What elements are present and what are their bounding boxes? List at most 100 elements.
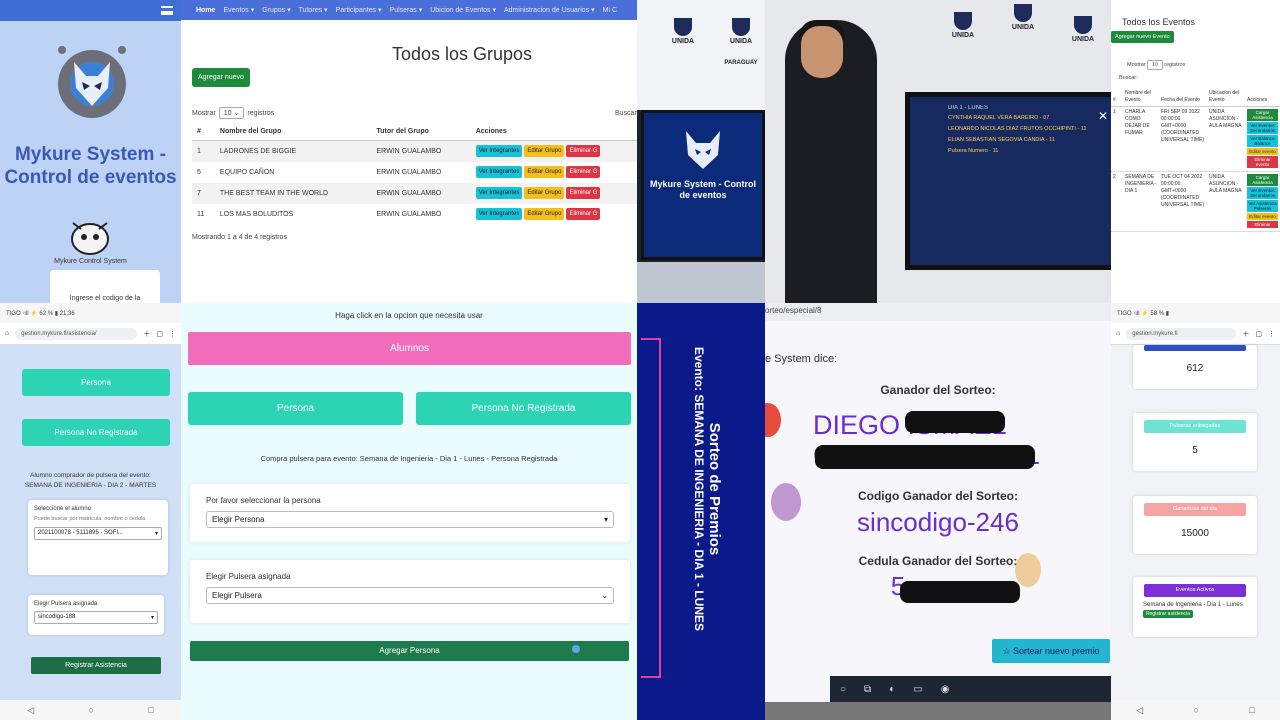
event-date: FRI SEP 09 2022 00:00:00 GMT+0000 (COORD… bbox=[1159, 106, 1207, 172]
alumnos-button[interactable]: Alumnos bbox=[188, 332, 631, 365]
persona-no-registrada-button[interactable]: Persona No Registrada bbox=[22, 419, 170, 446]
rotated-banner-text: Sorteo de Premios Evento: SEMANA DE INGE… bbox=[691, 329, 723, 649]
view-wristbands-button[interactable]: Ver Asistencia Pulseras bbox=[1247, 200, 1278, 212]
nav-tutores[interactable]: Tutores ▾ bbox=[299, 6, 328, 14]
url-field[interactable]: gestion.mykure.fi/asistencia/ bbox=[15, 327, 138, 340]
delete-group-button[interactable]: Eliminar G bbox=[566, 187, 601, 199]
nav-mi-cuenta[interactable]: Mi C bbox=[603, 7, 617, 14]
back-icon[interactable]: ◁ bbox=[27, 705, 34, 716]
edge-browser-icon[interactable]: ◐ bbox=[889, 684, 895, 695]
nav-pulseras[interactable]: Pulseras ▾ bbox=[390, 6, 423, 14]
add-group-button[interactable]: Agregar nuevo bbox=[192, 68, 250, 87]
tv-screen: Mykure System - Control de eventos bbox=[641, 110, 765, 260]
delete-event-button[interactable]: Eliminar evento bbox=[1247, 156, 1278, 168]
view-members-button[interactable]: Ver Integrantes bbox=[475, 208, 523, 220]
register-attendance-button[interactable]: Registrar asistencia bbox=[1143, 610, 1193, 618]
secondary-events-button[interactable]: Ver Eventos Secundarios bbox=[1247, 122, 1278, 134]
add-person-button[interactable]: Agregar Persona bbox=[190, 641, 629, 661]
col-header-name[interactable]: Nombre del Grupo bbox=[214, 123, 372, 141]
person-select-label: Por favor seleccionar la persona bbox=[206, 496, 321, 505]
recents-icon[interactable]: □ bbox=[1249, 705, 1254, 715]
unida-brand-text: UNIDA bbox=[671, 38, 695, 45]
person-select[interactable]: Elegir Persona ▾ bbox=[206, 511, 614, 528]
load-attendance-button[interactable]: Cargar Asistencia bbox=[1247, 174, 1278, 186]
persona-no-registrada-button[interactable]: Persona No Registrada bbox=[416, 392, 631, 425]
register-attendance-button[interactable]: Registrar Asistencia bbox=[31, 657, 161, 674]
raffle-tv-screen: DIA 1 - LUNES ✕ CYNTHIA RAQUEL VERA BARE… bbox=[905, 92, 1111, 270]
home-circle-icon[interactable]: ○ bbox=[89, 705, 94, 715]
back-icon[interactable]: ◁ bbox=[1136, 705, 1143, 716]
new-tab-icon[interactable]: ＋ bbox=[143, 329, 150, 339]
group-tutor: ERWIN GUALAMBO bbox=[376, 168, 442, 176]
edit-group-button[interactable]: Editar Grupo bbox=[524, 145, 565, 158]
col-header-date[interactable]: Fecha del Evento bbox=[1159, 88, 1207, 107]
hamburger-menu-icon[interactable] bbox=[161, 6, 173, 15]
wristband-select[interactable]: Elegir Pulsera ⌄ bbox=[206, 587, 614, 604]
edit-group-button[interactable]: Editar Grupo bbox=[524, 208, 565, 220]
browser-url-bar[interactable]: orteo/especial/8 bbox=[765, 303, 1111, 321]
mobile-stats-screen: TIGO ⋅ıll ⚡ 58 % ▮ ⌂ gestion.mykure.fi ＋… bbox=[1111, 303, 1280, 720]
col-header-id[interactable]: # bbox=[192, 123, 215, 141]
task-view-icon[interactable]: ⧉ bbox=[864, 684, 871, 695]
home-icon[interactable]: ⌂ bbox=[1116, 330, 1120, 337]
new-raffle-button[interactable]: ☆ Sortear nuevo premio bbox=[992, 639, 1110, 663]
nav-grupos[interactable]: Grupos ▾ bbox=[262, 6, 290, 14]
url-field[interactable]: gestion.mykure.fi bbox=[1126, 327, 1237, 340]
row-actions: Ver Integrantes Editar Grupo Eliminar G bbox=[471, 204, 637, 225]
edit-group-button[interactable]: Editar Grupo bbox=[524, 187, 565, 199]
events-search-label: Buscar: bbox=[1119, 75, 1138, 81]
col-header-id[interactable]: # bbox=[1111, 88, 1123, 107]
edit-event-button[interactable]: Editar evento bbox=[1247, 148, 1278, 155]
student-select[interactable]: 2021100078 - 5111895 - SOFI... ▾ bbox=[34, 527, 162, 540]
col-header-tutor[interactable]: Tutor del Grupo bbox=[371, 123, 471, 141]
active-events-label: Eventos Activos bbox=[1144, 584, 1246, 597]
tabs-icon[interactable]: ▢ bbox=[156, 330, 163, 338]
screen-header: DIA 1 - LUNES bbox=[948, 105, 989, 111]
new-tab-icon[interactable]: ＋ bbox=[1242, 329, 1249, 339]
delete-group-button[interactable]: Eliminar G bbox=[566, 166, 601, 178]
event-name: CHARLA COMO DEJAR DE FUMAR bbox=[1123, 106, 1159, 172]
wristband-select[interactable]: sincodigo-188 ▾ bbox=[34, 611, 158, 624]
cursor-indicator bbox=[572, 645, 580, 653]
nav-participantes[interactable]: Participantes ▾ bbox=[336, 6, 382, 14]
chrome-browser-icon[interactable]: ◉ bbox=[941, 684, 950, 695]
nav-home[interactable]: Home bbox=[186, 7, 215, 14]
recents-icon[interactable]: □ bbox=[148, 705, 153, 715]
view-members-button[interactable]: Ver Integrantes bbox=[475, 166, 523, 178]
dropdown-caret-icon: ▾ bbox=[154, 531, 158, 537]
browser-url-bar: ⌂ gestion.mykure.fi ＋ ▢ ⋮ bbox=[1111, 323, 1280, 345]
nav-administracion[interactable]: Administracion de Usuarios ▾ bbox=[504, 6, 595, 14]
delete-group-button[interactable]: Eliminar G bbox=[566, 208, 601, 220]
entries-select[interactable]: 10 ⌄ bbox=[218, 107, 245, 119]
winner-line: LEONARDO NICOLAS DIAZ FRUTOS OCCHIPINTI … bbox=[948, 126, 1087, 132]
col-header-place[interactable]: Ubicacion del Evento bbox=[1207, 88, 1245, 107]
file-explorer-icon[interactable]: ▭ bbox=[913, 684, 922, 695]
menu-dots-icon[interactable]: ⋮ bbox=[1268, 330, 1275, 338]
home-circle-icon[interactable]: ○ bbox=[1194, 705, 1199, 715]
secondary-events-button[interactable]: Ver Eventos Secundarios bbox=[1247, 187, 1278, 199]
search-circle-icon[interactable]: ○ bbox=[840, 684, 846, 695]
view-balance-button[interactable]: Ver Balance Balance bbox=[1247, 135, 1278, 147]
home-icon[interactable]: ⌂ bbox=[5, 330, 9, 337]
wristband-select-value: Elegir Pulsera bbox=[212, 591, 262, 600]
raffle-result-screen: orteo/especial/8 e System dice: Ganador … bbox=[765, 303, 1111, 720]
delete-event-button[interactable]: Eliminar bbox=[1247, 221, 1278, 228]
edit-event-button[interactable]: Editar evento bbox=[1247, 213, 1278, 220]
edit-group-button[interactable]: Editar Grupo bbox=[524, 166, 565, 178]
code-prompt-text: Ingrese el codigo de la bbox=[69, 295, 141, 302]
nav-eventos[interactable]: Eventos ▾ bbox=[223, 6, 254, 14]
unida-wall-logo: UNIDA bbox=[945, 12, 981, 39]
view-members-button[interactable]: Ver Integrantes bbox=[475, 145, 523, 158]
nav-ubicacion[interactable]: Ubicion de Eventos ▾ bbox=[430, 6, 496, 14]
load-attendance-button[interactable]: Cargar Asistencia bbox=[1247, 109, 1278, 121]
delete-group-button[interactable]: Eliminar G bbox=[566, 145, 601, 158]
stat-value: 612 bbox=[1186, 363, 1204, 374]
view-members-button[interactable]: Ver Integrantes bbox=[475, 187, 523, 199]
col-header-name[interactable]: Nombre del Evento bbox=[1123, 88, 1159, 107]
menu-dots-icon[interactable]: ⋮ bbox=[169, 330, 176, 338]
entries-select[interactable]: 10 bbox=[1147, 60, 1163, 70]
persona-button[interactable]: Persona bbox=[22, 369, 170, 396]
persona-button[interactable]: Persona bbox=[188, 392, 403, 425]
add-event-button[interactable]: Agregar nuevo Evento bbox=[1111, 31, 1174, 43]
tabs-icon[interactable]: ▢ bbox=[1255, 330, 1262, 338]
